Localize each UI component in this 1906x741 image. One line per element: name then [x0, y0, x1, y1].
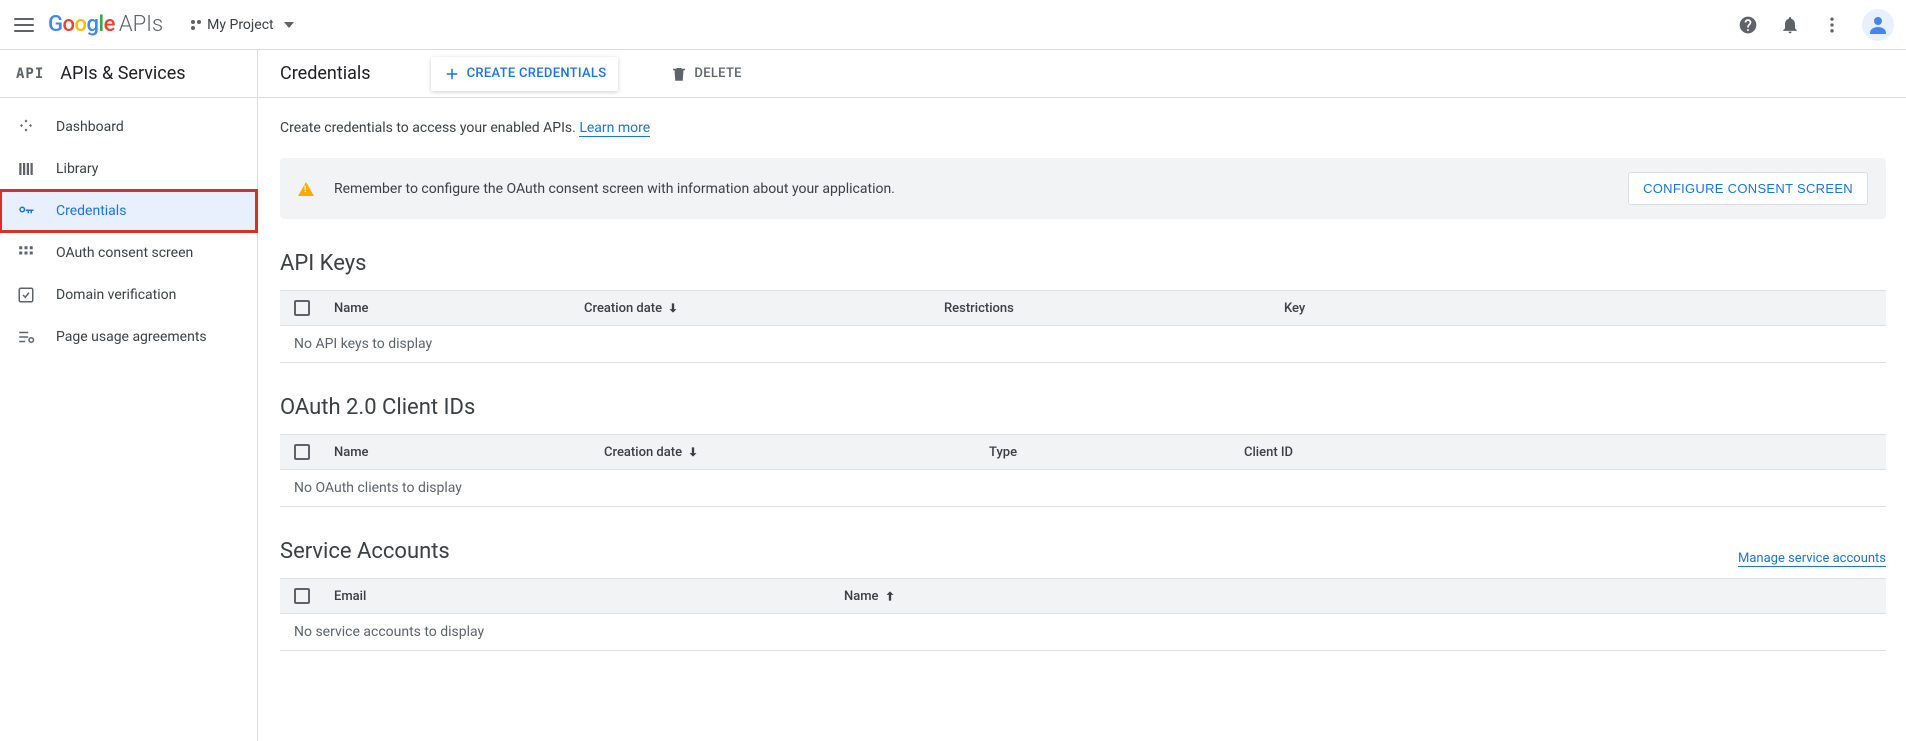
consent-banner: Remember to configure the OAuth consent …: [280, 158, 1886, 219]
sidebar-item-label: Library: [56, 161, 98, 177]
intro-plain: Create credentials to access your enable…: [280, 120, 579, 136]
sidebar-item-library[interactable]: Library: [0, 148, 257, 190]
intro-text: Create credentials to access your enable…: [280, 120, 1886, 136]
section-api-keys: API Keys Name Creation date Restrictions…: [280, 251, 1886, 363]
table-head-service: Email Name: [280, 578, 1886, 614]
main-body: Create credentials to access your enable…: [258, 98, 1906, 705]
trash-icon: [670, 65, 688, 83]
sidebar-item-dashboard[interactable]: Dashboard: [0, 106, 257, 148]
project-dots-icon: [191, 20, 201, 30]
notifications-icon[interactable]: [1778, 13, 1802, 37]
warning-icon: [298, 182, 314, 196]
delete-button[interactable]: DELETE: [658, 57, 753, 91]
col-client-id[interactable]: Client ID: [1244, 445, 1872, 460]
create-credentials-button[interactable]: CREATE CREDENTIALS: [431, 57, 619, 91]
api-icon: API: [16, 66, 44, 82]
sidebar-item-label: Dashboard: [56, 119, 124, 135]
select-all-checkbox[interactable]: [294, 444, 310, 460]
key-icon: [16, 201, 36, 221]
configure-consent-button[interactable]: CONFIGURE CONSENT SCREEN: [1628, 172, 1868, 205]
col-creation-date[interactable]: Creation date: [604, 445, 989, 460]
google-apis-logo[interactable]: Google APIs: [48, 12, 163, 37]
sidebar-nav: Dashboard Library Credentials OAuth cons…: [0, 98, 257, 358]
topbar-left: Google APIs My Project: [12, 12, 302, 37]
library-icon: [16, 159, 36, 179]
sidebar-item-credentials[interactable]: Credentials: [0, 190, 257, 232]
col-key[interactable]: Key: [1284, 301, 1872, 316]
col-name-label: Name: [844, 589, 879, 604]
sidebar-item-page-usage[interactable]: Page usage agreements: [0, 316, 257, 358]
delete-label: DELETE: [694, 66, 741, 81]
arrow-down-icon: [686, 445, 700, 459]
consent-icon: [16, 243, 36, 263]
col-restrictions[interactable]: Restrictions: [944, 301, 1284, 316]
user-avatar[interactable]: [1862, 9, 1894, 41]
help-icon[interactable]: [1736, 13, 1760, 37]
menu-icon[interactable]: [12, 13, 36, 37]
topbar-right: [1736, 9, 1894, 41]
create-credentials-label: CREATE CREDENTIALS: [467, 66, 607, 81]
topbar: Google APIs My Project: [0, 0, 1906, 50]
select-all-checkbox[interactable]: [294, 588, 310, 604]
manage-service-accounts-link[interactable]: Manage service accounts: [1738, 551, 1886, 567]
select-all-checkbox[interactable]: [294, 300, 310, 316]
arrow-up-icon: [883, 589, 897, 603]
table-head-oauth: Name Creation date Type Client ID: [280, 434, 1886, 470]
main-header: Credentials CREATE CREDENTIALS DELETE: [258, 50, 1906, 98]
section-title-oauth: OAuth 2.0 Client IDs: [280, 395, 1886, 420]
more-vert-icon[interactable]: [1820, 13, 1844, 37]
sidebar-title: APIs & Services: [60, 63, 185, 84]
empty-service: No service accounts to display: [280, 614, 1886, 651]
page-title: Credentials: [280, 63, 371, 84]
content-wrap: API APIs & Services Dashboard Library Cr…: [0, 50, 1906, 741]
banner-left: Remember to configure the OAuth consent …: [298, 181, 895, 197]
sidebar: API APIs & Services Dashboard Library Cr…: [0, 50, 258, 741]
sidebar-item-oauth-consent[interactable]: OAuth consent screen: [0, 232, 257, 274]
sidebar-item-label: OAuth consent screen: [56, 245, 193, 261]
col-created-label: Creation date: [584, 301, 662, 316]
settings-list-icon: [16, 327, 36, 347]
section-service-accounts: Service Accounts Manage service accounts…: [280, 539, 1886, 651]
banner-text: Remember to configure the OAuth consent …: [334, 181, 895, 197]
project-name: My Project: [207, 17, 273, 33]
project-selector[interactable]: My Project: [183, 13, 301, 37]
section-header-row: Service Accounts Manage service accounts: [280, 539, 1886, 578]
learn-more-link[interactable]: Learn more: [579, 120, 650, 137]
empty-oauth: No OAuth clients to display: [280, 470, 1886, 507]
col-name[interactable]: Name: [844, 589, 1872, 604]
col-email[interactable]: Email: [334, 589, 844, 604]
sidebar-item-label: Credentials: [56, 203, 126, 219]
main: Credentials CREATE CREDENTIALS DELETE Cr…: [258, 50, 1906, 741]
col-name[interactable]: Name: [334, 445, 604, 460]
section-oauth: OAuth 2.0 Client IDs Name Creation date …: [280, 395, 1886, 507]
empty-api-keys: No API keys to display: [280, 326, 1886, 363]
col-name[interactable]: Name: [334, 301, 584, 316]
logo-apis-text: APIs: [119, 12, 163, 37]
table-head-api-keys: Name Creation date Restrictions Key: [280, 290, 1886, 326]
dashboard-icon: [16, 117, 36, 137]
sidebar-item-domain-verification[interactable]: Domain verification: [0, 274, 257, 316]
arrow-down-icon: [666, 301, 680, 315]
sidebar-item-label: Domain verification: [56, 287, 176, 303]
sidebar-item-label: Page usage agreements: [56, 329, 207, 345]
col-type[interactable]: Type: [989, 445, 1244, 460]
dropdown-caret-icon: [284, 22, 294, 28]
sidebar-header: API APIs & Services: [0, 50, 257, 98]
col-created-label: Creation date: [604, 445, 682, 460]
col-creation-date[interactable]: Creation date: [584, 301, 944, 316]
check-box-icon: [16, 285, 36, 305]
plus-icon: [443, 65, 461, 83]
section-title-api-keys: API Keys: [280, 251, 1886, 276]
section-title-service: Service Accounts: [280, 539, 450, 564]
